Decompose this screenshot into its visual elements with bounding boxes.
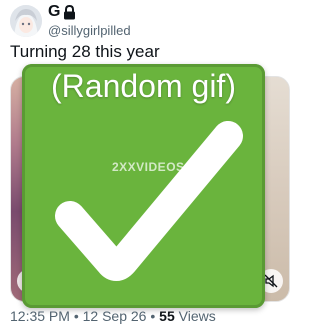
watermark-text: 2XXVIDEOS.COM — [112, 160, 218, 174]
avatar[interactable] — [10, 5, 42, 37]
meta-separator: • — [146, 308, 160, 324]
lock-icon — [63, 4, 76, 20]
tweet-text: Turning 28 this year — [10, 42, 160, 61]
tweet-meta: 12:35 PM • 12 Sep 26 • 55 Views — [10, 308, 216, 324]
tweet-time[interactable]: 12:35 PM — [10, 308, 70, 324]
author-name-row: G — [48, 2, 76, 22]
meta-separator: • — [69, 308, 83, 324]
checkmark-overlay: (Random gif) 2XXVIDEOS.COM — [22, 64, 265, 308]
media-image-right — [265, 77, 289, 301]
author-name[interactable]: G — [48, 2, 60, 22]
overlay-caption: (Random gif) — [51, 68, 236, 104]
views-count: 55 — [159, 308, 175, 324]
author-handle[interactable]: @sillygirlpilled — [48, 23, 131, 38]
tweet-date[interactable]: 12 Sep 26 — [83, 308, 147, 324]
views-label: Views — [174, 308, 216, 324]
